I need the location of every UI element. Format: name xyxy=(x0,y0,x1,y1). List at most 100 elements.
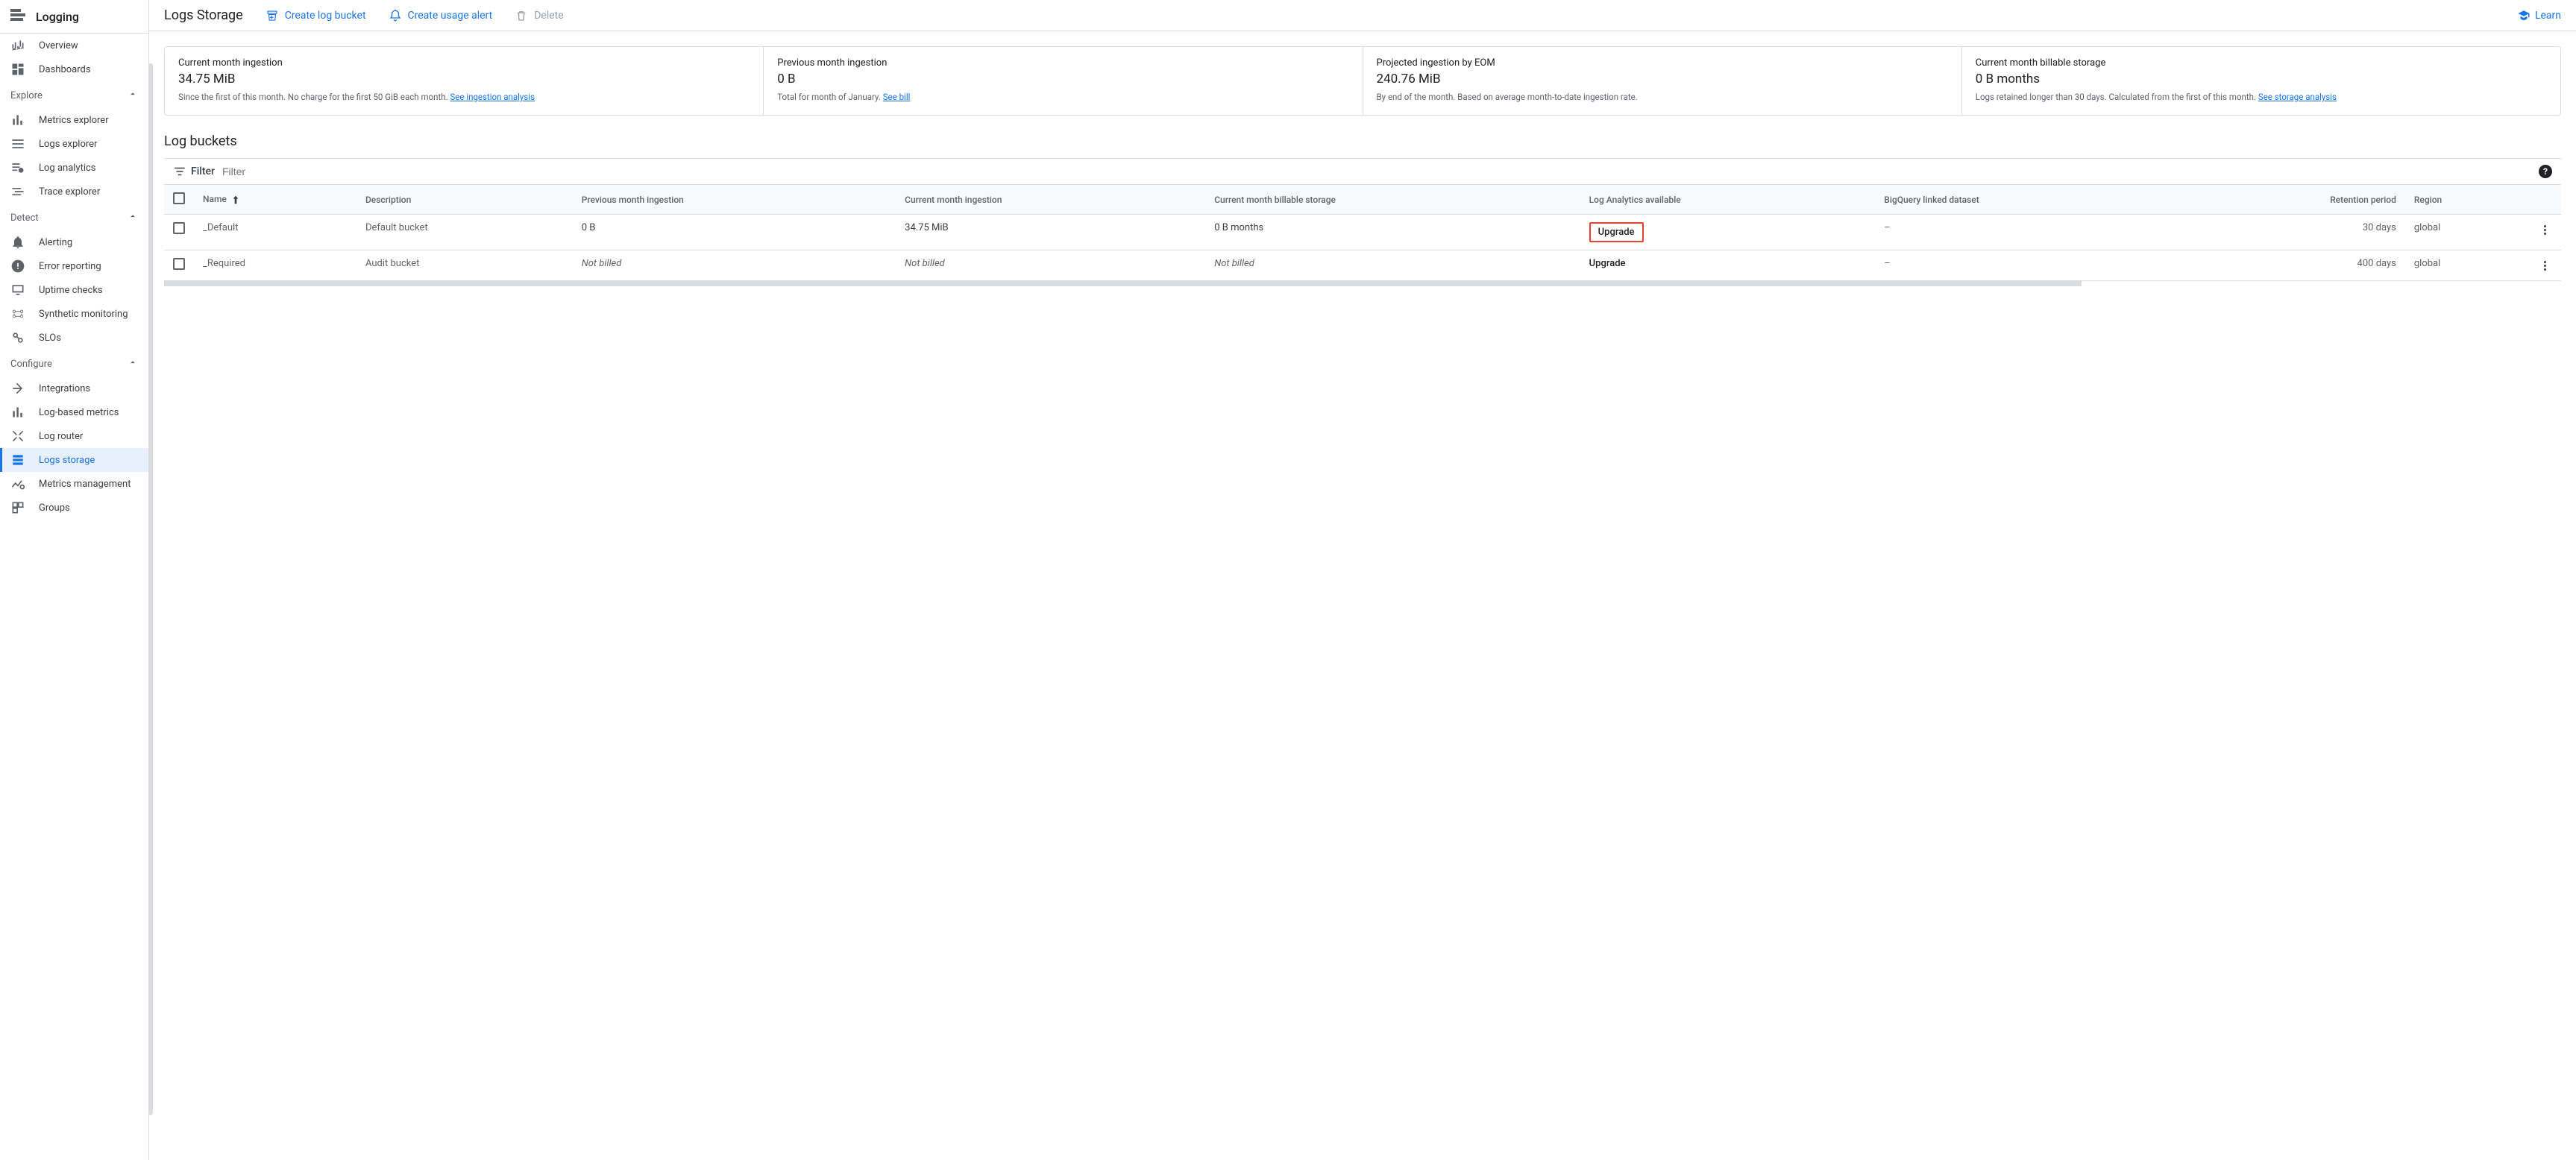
stat-link[interactable]: See ingestion analysis xyxy=(450,92,535,102)
stat-value: 240.76 MiB xyxy=(1377,72,1948,86)
monitor-icon xyxy=(10,283,25,297)
sidebar-item-synthetic-monitoring[interactable]: Synthetic monitoring xyxy=(0,302,148,326)
stat-desc: By end of the month. Based on average mo… xyxy=(1377,91,1948,103)
sidebar-item-integrations[interactable]: Integrations xyxy=(0,376,148,400)
stat-value: 0 B xyxy=(777,72,1348,86)
section-header-detect[interactable]: Detect xyxy=(0,204,148,230)
logging-icon xyxy=(10,9,25,24)
sidebar-item-label: Log analytics xyxy=(39,163,96,174)
table-row: _Default Default bucket 0 B 34.75 MiB 0 … xyxy=(164,215,2561,250)
chevron-up-icon xyxy=(128,211,138,224)
stats-row: Current month ingestion 34.75 MiB Since … xyxy=(164,46,2561,116)
groups-icon xyxy=(10,500,25,515)
bar-chart-icon xyxy=(10,405,25,420)
cell-curr-ingestion: Not billed xyxy=(896,250,1205,281)
filter-icon xyxy=(173,165,186,178)
col-region[interactable]: Region xyxy=(2405,185,2528,215)
row-checkbox[interactable] xyxy=(173,222,185,234)
sidebar-item-label: Metrics explorer xyxy=(39,115,109,126)
chevron-up-icon xyxy=(128,89,138,102)
sidebar-item-metrics-management[interactable]: Metrics management xyxy=(0,472,148,496)
sidebar-item-log-router[interactable]: Log router xyxy=(0,424,148,448)
sidebar-item-alerting[interactable]: Alerting xyxy=(0,230,148,254)
cell-curr-storage: Not billed xyxy=(1205,250,1580,281)
sidebar-item-label: SLOs xyxy=(39,332,61,344)
sidebar-header: Logging xyxy=(0,0,148,34)
cell-prev-ingestion: Not billed xyxy=(573,250,896,281)
list-icon xyxy=(10,136,25,151)
sidebar: Logging Overview Dashboards Explore Metr… xyxy=(0,0,149,1160)
row-actions-menu[interactable] xyxy=(2537,222,2552,237)
sidebar-item-log-based-metrics[interactable]: Log-based metrics xyxy=(0,400,148,424)
help-icon[interactable]: ? xyxy=(2539,165,2552,178)
stat-title: Current month ingestion xyxy=(178,57,750,69)
sidebar-item-label: Error reporting xyxy=(39,261,101,272)
row-actions-menu[interactable] xyxy=(2537,258,2552,273)
sidebar-item-dashboards[interactable]: Dashboards xyxy=(0,57,148,81)
col-retention[interactable]: Retention period xyxy=(2179,185,2405,215)
col-bigquery[interactable]: BigQuery linked dataset xyxy=(1875,185,2178,215)
sidebar-item-groups[interactable]: Groups xyxy=(0,496,148,520)
stat-link[interactable]: See bill xyxy=(883,92,911,102)
cell-bigquery: – xyxy=(1875,215,2178,250)
sidebar-scrollbar[interactable] xyxy=(148,63,153,1115)
create-usage-alert-button[interactable]: Create usage alert xyxy=(389,9,493,22)
trash-icon xyxy=(515,9,528,22)
row-checkbox[interactable] xyxy=(173,258,185,270)
sidebar-item-label: Log router xyxy=(39,431,83,442)
sidebar-item-label: Groups xyxy=(39,502,70,514)
sidebar-item-label: Alerting xyxy=(39,237,72,248)
main: Logs Storage Create log bucket Create us… xyxy=(149,0,2576,1160)
sort-asc-icon xyxy=(230,194,242,206)
delete-button: Delete xyxy=(515,9,563,22)
sidebar-item-logs-storage[interactable]: Logs storage xyxy=(0,448,148,472)
button-label: Learn xyxy=(2535,10,2561,22)
router-icon xyxy=(10,429,25,444)
section-title: Detect xyxy=(10,212,39,224)
stat-desc: Logs retained longer than 30 days. Calcu… xyxy=(1976,91,2547,103)
learn-button[interactable]: Learn xyxy=(2517,9,2561,22)
sidebar-item-error-reporting[interactable]: Error reporting xyxy=(0,254,148,278)
sidebar-item-overview[interactable]: Overview xyxy=(0,34,148,57)
integrations-icon xyxy=(10,381,25,396)
col-analytics[interactable]: Log Analytics available xyxy=(1580,185,1876,215)
col-curr-storage[interactable]: Current month billable storage xyxy=(1205,185,1580,215)
section-title: Explore xyxy=(10,90,43,101)
stat-link[interactable]: See storage analysis xyxy=(2258,92,2337,102)
col-prev-ingestion[interactable]: Previous month ingestion xyxy=(573,185,896,215)
table-wrap: Filter ? Name Description Previous month… xyxy=(164,158,2561,286)
sidebar-item-trace-explorer[interactable]: Trace explorer xyxy=(0,180,148,204)
section-header-explore[interactable]: Explore xyxy=(0,81,148,108)
cell-retention: 30 days xyxy=(2179,215,2405,250)
upgrade-button[interactable]: Upgrade xyxy=(1589,222,1644,242)
sidebar-item-uptime-checks[interactable]: Uptime checks xyxy=(0,278,148,302)
sidebar-item-slos[interactable]: SLOs xyxy=(0,326,148,350)
create-log-bucket-button[interactable]: Create log bucket xyxy=(266,9,366,22)
select-all-checkbox[interactable] xyxy=(173,192,185,204)
upgrade-button[interactable]: Upgrade xyxy=(1589,258,1626,269)
sidebar-item-label: Logs storage xyxy=(39,455,95,466)
sidebar-item-logs-explorer[interactable]: Logs explorer xyxy=(0,132,148,156)
sidebar-item-label: Log-based metrics xyxy=(39,407,119,418)
button-label: Create usage alert xyxy=(408,10,493,22)
page-title: Logs Storage xyxy=(164,7,243,23)
col-name[interactable]: Name xyxy=(194,185,356,215)
section-title: Configure xyxy=(10,359,52,370)
stat-title: Current month billable storage xyxy=(1976,57,2547,69)
bell-plus-icon xyxy=(389,9,402,22)
table-horizontal-scrollbar[interactable] xyxy=(164,280,2082,286)
sidebar-item-metrics-explorer[interactable]: Metrics explorer xyxy=(0,108,148,132)
cell-bigquery: – xyxy=(1875,250,2178,281)
section-header-configure[interactable]: Configure xyxy=(0,350,148,376)
sidebar-item-label: Logs explorer xyxy=(39,139,97,150)
cell-analytics: Upgrade xyxy=(1580,250,1876,281)
cell-analytics: Upgrade xyxy=(1580,215,1876,250)
sidebar-item-label: Synthetic monitoring xyxy=(39,309,128,320)
sidebar-item-label: Metrics management xyxy=(39,479,131,490)
sidebar-item-label: Integrations xyxy=(39,383,90,394)
col-curr-ingestion[interactable]: Current month ingestion xyxy=(896,185,1205,215)
filter-input[interactable] xyxy=(222,166,2531,177)
search-list-icon xyxy=(10,160,25,175)
sidebar-item-log-analytics[interactable]: Log analytics xyxy=(0,156,148,180)
col-description[interactable]: Description xyxy=(356,185,573,215)
